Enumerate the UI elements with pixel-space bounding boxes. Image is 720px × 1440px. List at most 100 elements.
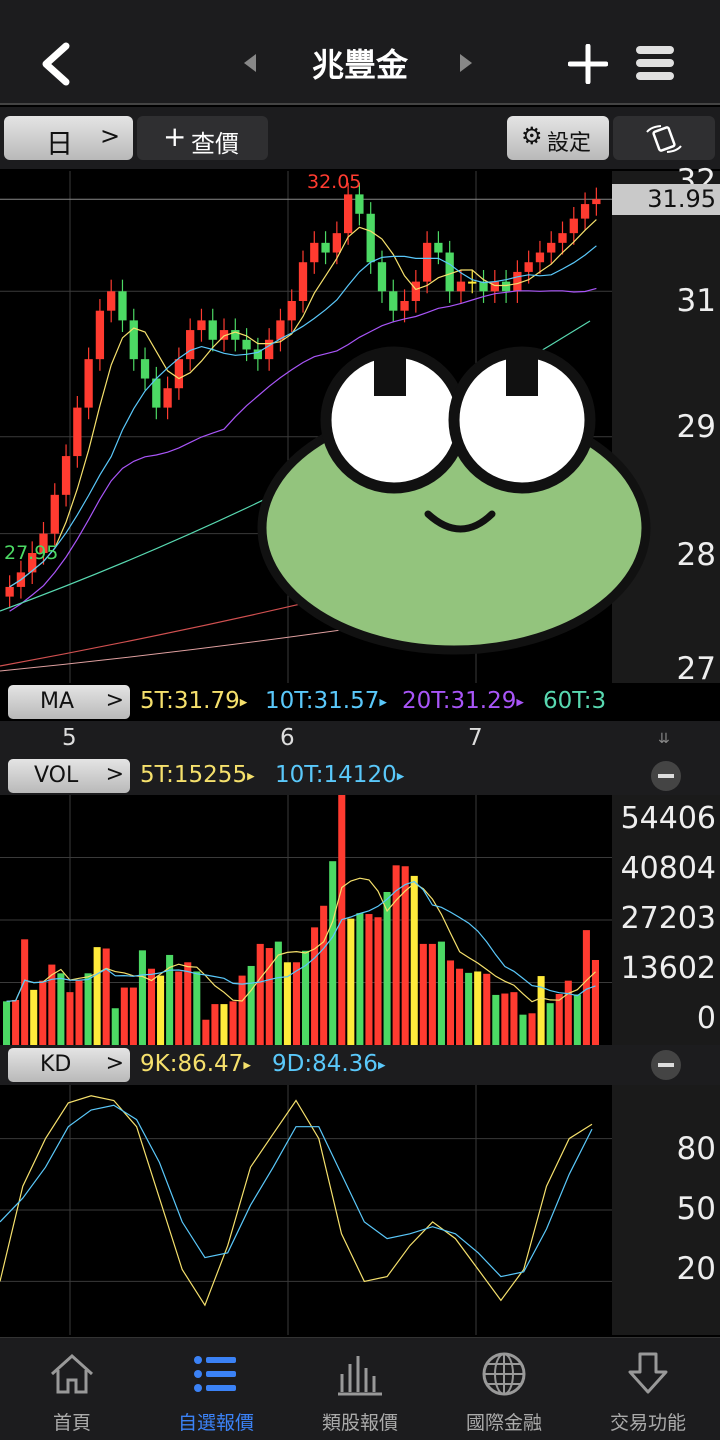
- tab-international-finance[interactable]: 國際金融: [432, 1338, 576, 1440]
- vol-selector-button[interactable]: VOL >: [8, 759, 130, 793]
- candle-body: [242, 339, 251, 350]
- candle-body: [445, 252, 454, 292]
- remove-vol-panel-button[interactable]: [651, 761, 681, 791]
- rotate-screen-button[interactable]: [613, 116, 715, 160]
- volume-bar: [564, 980, 572, 1045]
- volume-bar: [383, 891, 391, 1045]
- price-tick: 29: [676, 409, 716, 445]
- volume-bar: [39, 980, 47, 1045]
- kd-selector-button[interactable]: KD >: [8, 1048, 130, 1082]
- volume-bar: [456, 968, 464, 1045]
- list-icon: [194, 1356, 236, 1392]
- candle-body: [501, 281, 511, 292]
- next-stock-arrow-icon[interactable]: [460, 54, 472, 72]
- add-icon[interactable]: [568, 44, 608, 84]
- volume-tick: 0: [696, 1001, 716, 1036]
- collapse-icon[interactable]: ⇊: [658, 731, 670, 747]
- volume-tick: 54406: [620, 801, 716, 836]
- volume-bar: [184, 962, 192, 1045]
- volume-bar: [465, 972, 473, 1045]
- volume-bar: [510, 992, 518, 1045]
- candle-body: [152, 378, 161, 408]
- volume-bar: [202, 1019, 210, 1045]
- volume-bar: [292, 962, 300, 1045]
- vol-label: VOL: [34, 763, 79, 788]
- tab-watchlist[interactable]: 自選報價: [144, 1338, 288, 1440]
- date-tick: 5: [62, 725, 77, 751]
- volume-bar: [591, 959, 599, 1045]
- candle-body: [140, 359, 150, 379]
- ma20-value: 20T:31.29▸: [402, 688, 524, 714]
- volume-bar: [347, 918, 355, 1045]
- chevron-right-icon: >: [100, 122, 121, 150]
- candle-body: [118, 291, 127, 321]
- ma60-value: 60T:3: [543, 688, 607, 714]
- settings-button[interactable]: ⚙ 設定: [507, 116, 609, 160]
- previous-stock-arrow-icon[interactable]: [244, 54, 256, 72]
- stock-title: 兆豐金: [311, 46, 408, 84]
- ma5-value: 5T:31.79▸: [140, 688, 248, 714]
- volume-bar: [238, 975, 246, 1045]
- tab-label: 自選報價: [177, 1412, 254, 1434]
- vol10-value: 10T:14120▸: [275, 762, 405, 788]
- candle-body: [321, 242, 330, 253]
- volume-bar: [428, 943, 436, 1045]
- kd-tick: 20: [676, 1251, 716, 1287]
- candle-body: [50, 494, 59, 534]
- candle-body: [343, 194, 353, 234]
- menu-icon[interactable]: [634, 42, 676, 84]
- price-tick: 27: [676, 651, 716, 687]
- candle-body: [389, 291, 398, 311]
- ma-indicator-bar: MA > 5T:31.79▸ 10T:31.57▸ 20T:31.29▸ 60T…: [0, 683, 612, 721]
- header-bar: 兆豐金: [0, 0, 720, 105]
- gear-icon: ⚙: [521, 122, 543, 150]
- candle-body: [73, 407, 82, 457]
- volume-bar: [555, 993, 563, 1045]
- volume-bar: [546, 1003, 554, 1045]
- volume-bar: [356, 913, 364, 1045]
- ma-selector-button[interactable]: MA >: [8, 685, 130, 719]
- period-selector-button[interactable]: 日 >: [4, 116, 133, 160]
- candle-body: [107, 291, 116, 311]
- volume-bar: [21, 939, 29, 1045]
- date-tick: 7: [468, 725, 483, 751]
- volume-bar: [138, 950, 146, 1045]
- volume-bar: [519, 1014, 527, 1045]
- candle-body: [468, 281, 477, 284]
- query-price-label: 查價: [191, 130, 239, 158]
- volume-bar: [573, 994, 581, 1045]
- last-price-marker: 31.95: [612, 184, 720, 215]
- volume-axis: 54406 40804 27203 13602 0: [612, 795, 720, 1045]
- candle-body: [524, 262, 533, 272]
- query-price-button[interactable]: + 查價: [137, 116, 268, 160]
- candle-body: [163, 388, 172, 408]
- remove-kd-panel-button[interactable]: [651, 1050, 681, 1080]
- tab-trading[interactable]: 交易功能: [576, 1338, 720, 1440]
- candle-body: [547, 242, 556, 253]
- chevron-right-icon: >: [105, 1051, 124, 1076]
- globe-icon: [482, 1352, 526, 1396]
- candle-body: [592, 199, 601, 205]
- vol5-value: 5T:15255▸: [140, 762, 255, 788]
- volume-tick: 13602: [620, 951, 716, 986]
- k-value: 9K:86.47▸: [140, 1051, 251, 1077]
- candle-body: [174, 359, 184, 389]
- tab-sector-quotes[interactable]: 類股報價: [288, 1338, 432, 1440]
- back-chevron-icon[interactable]: [36, 40, 76, 88]
- kd-axis: 80 50 20: [612, 1085, 720, 1335]
- volume-bar: [57, 973, 65, 1045]
- candle-body: [400, 301, 409, 311]
- volume-bar: [93, 947, 101, 1045]
- tab-label: 國際金融: [465, 1412, 542, 1434]
- vol-indicator-bar: VOL > 5T:15255▸ 10T:14120▸: [0, 757, 720, 795]
- kd-label: KD: [40, 1052, 72, 1077]
- price-tick: 31: [676, 283, 716, 319]
- volume-bar: [320, 905, 328, 1045]
- volume-bar: [84, 973, 92, 1045]
- bar-chart-icon: [338, 1356, 382, 1396]
- candle-body: [569, 218, 578, 234]
- tab-home[interactable]: 首頁: [0, 1338, 144, 1440]
- date-tick: 6: [280, 725, 295, 751]
- volume-bar: [229, 1001, 237, 1045]
- volume-bar: [329, 861, 337, 1045]
